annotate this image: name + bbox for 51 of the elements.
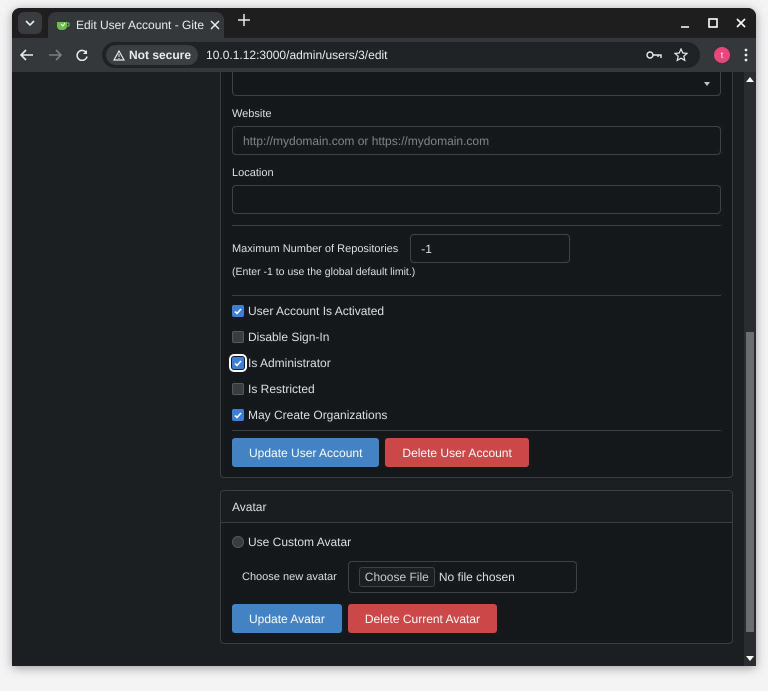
warning-icon — [113, 50, 125, 60]
close-icon[interactable] — [210, 20, 220, 30]
checkbox[interactable] — [232, 383, 244, 395]
field-label: Choose new avatar — [242, 571, 337, 583]
radio-button[interactable] — [232, 536, 244, 548]
field-label: Website — [232, 108, 273, 120]
scrollbar-thumb[interactable] — [746, 332, 754, 632]
scroll-up-icon[interactable] — [746, 76, 754, 82]
update-button[interactable]: Update Avatar — [232, 604, 342, 633]
profile-avatar[interactable]: t — [714, 47, 730, 63]
checkbox-label[interactable]: Is Administrator — [248, 356, 331, 370]
address-bar[interactable]: 10.0.1.12:3000/admin/users/3/edit — [206, 48, 638, 62]
delete-button[interactable]: Delete Current Avatar — [348, 604, 498, 633]
checkbox-label[interactable]: Is Restricted — [248, 382, 315, 396]
file-status: No file chosen — [438, 570, 515, 584]
update-button[interactable]: Update User Account — [232, 438, 380, 467]
menu-icon[interactable] — [744, 48, 748, 62]
file-field[interactable]: Choose File No file chosen — [348, 561, 577, 593]
key-icon[interactable] — [646, 50, 662, 60]
teacup-icon — [56, 19, 70, 31]
star-icon[interactable] — [674, 48, 688, 62]
maximize-icon[interactable] — [708, 18, 718, 28]
checkbox-label[interactable]: May Create Organizations — [248, 408, 388, 422]
choose-file-button[interactable]: Choose File — [358, 567, 435, 587]
checkbox-label[interactable]: User Account Is Activated — [248, 304, 384, 318]
delete-button[interactable]: Delete User Account — [385, 438, 529, 467]
caret-icon — [704, 82, 710, 86]
text-field[interactable] — [232, 185, 721, 214]
checkbox[interactable] — [232, 331, 244, 343]
security-chip[interactable]: Not secure — [106, 45, 198, 65]
forward-arrow-icon[interactable] — [48, 49, 62, 61]
back-arrow-icon[interactable] — [20, 49, 34, 61]
check-icon — [234, 308, 242, 314]
checkbox[interactable] — [232, 305, 244, 317]
number-field[interactable]: -1 — [410, 234, 570, 263]
field-label: Location — [232, 167, 275, 179]
new-tab-icon[interactable] — [238, 14, 250, 26]
check-icon — [234, 360, 242, 366]
text-field[interactable]: http://mydomain.com or https://mydomain.com — [232, 126, 721, 155]
checkbox-label[interactable]: Disable Sign-In — [248, 330, 330, 344]
check-icon — [234, 412, 242, 418]
reload-icon[interactable] — [76, 49, 88, 61]
field-label: Maximum Number of Repositories — [232, 242, 398, 254]
radio-label[interactable]: Use Custom Avatar — [248, 535, 352, 549]
dropdown-field[interactable] — [232, 72, 721, 96]
browser-tab[interactable]: Edit User Account - Gite — [48, 12, 224, 38]
hint-text: (Enter -1 to use the global default limit.) — [232, 266, 416, 278]
tab-search-icon[interactable] — [18, 12, 42, 34]
checkbox[interactable] — [232, 409, 244, 421]
scroll-down-icon[interactable] — [746, 656, 754, 662]
panel-header: Avatar — [221, 491, 732, 523]
